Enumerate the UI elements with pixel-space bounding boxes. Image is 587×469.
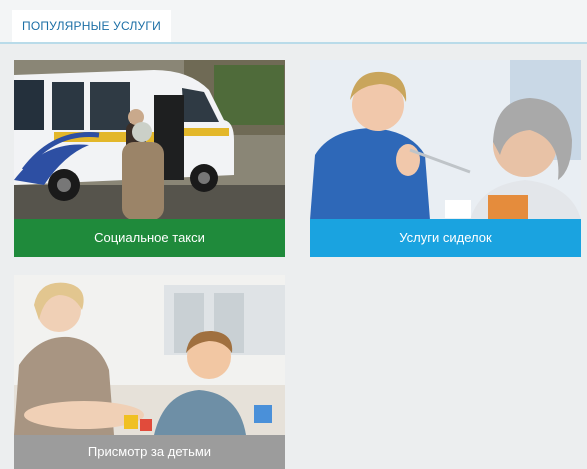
childcare-photo	[14, 275, 285, 435]
section-title-tab[interactable]: ПОПУЛЯРНЫЕ УСЛУГИ	[12, 10, 171, 42]
section-header: ПОПУЛЯРНЫЕ УСЛУГИ	[0, 0, 587, 44]
service-caption[interactable]: Услуги сиделок	[310, 219, 581, 257]
service-card-childcare[interactable]: Присмотр за детьми	[14, 275, 285, 469]
service-card-nurse[interactable]: Услуги сиделок	[310, 60, 581, 257]
social-taxi-photo	[14, 60, 285, 220]
nurse-photo	[310, 60, 581, 220]
service-caption[interactable]: Присмотр за детьми	[14, 435, 285, 469]
service-card-social-taxi[interactable]: Социальное такси	[14, 60, 285, 257]
service-caption[interactable]: Социальное такси	[14, 219, 285, 257]
